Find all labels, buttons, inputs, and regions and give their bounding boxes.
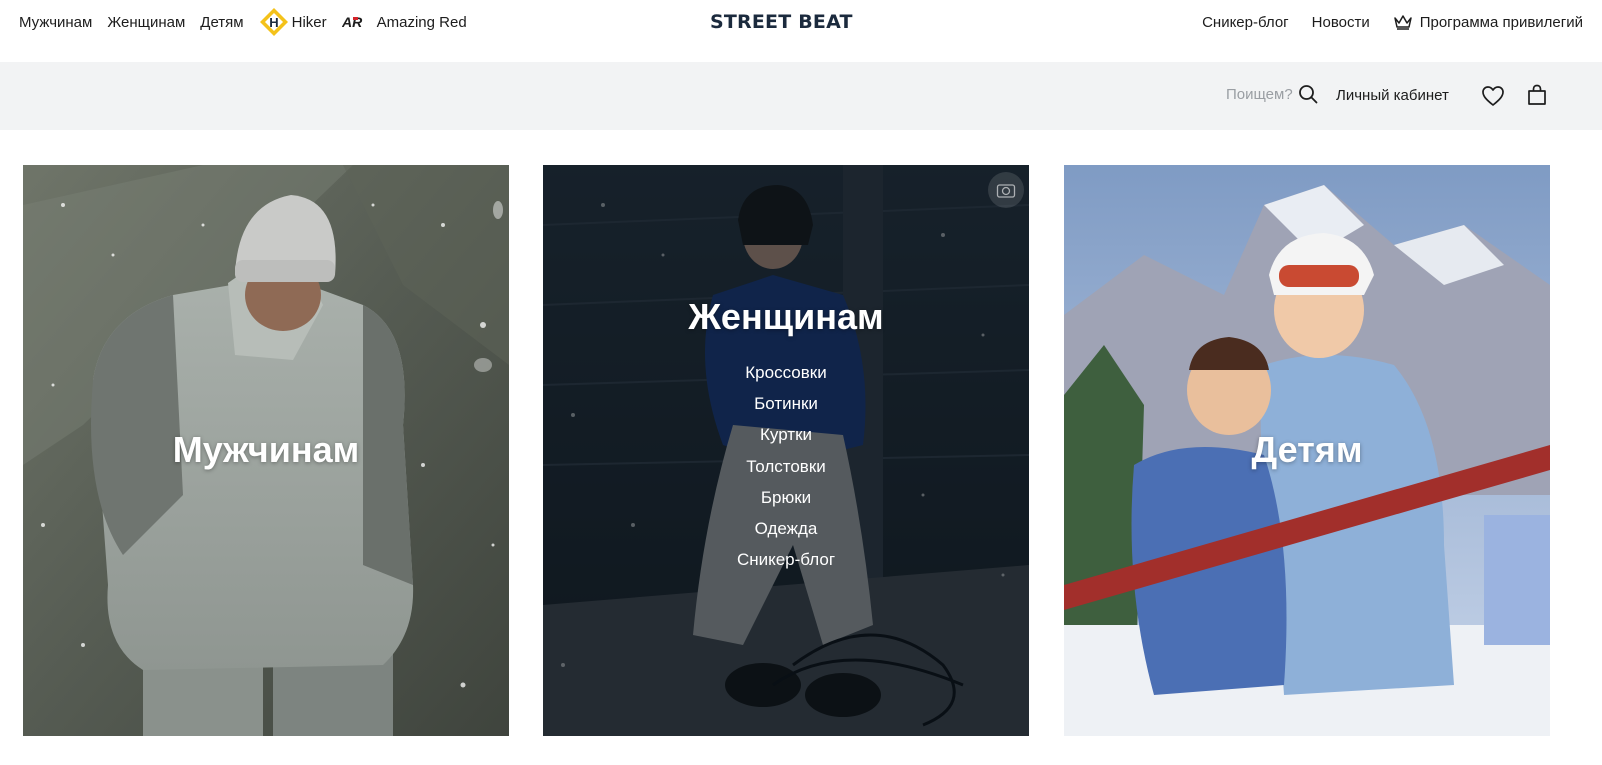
women-link-pants[interactable]: Брюки bbox=[543, 486, 1029, 517]
women-link-sneaker-blog[interactable]: Сникер-блог bbox=[543, 548, 1029, 579]
women-link-sneakers[interactable]: Кроссовки bbox=[543, 361, 1029, 392]
amazing-red-label: Amazing Red bbox=[376, 13, 467, 31]
main-nav: Мужчинам Женщинам Детям H Hiker AR Amazi… bbox=[19, 8, 482, 36]
account-link[interactable]: Личный кабинет bbox=[1336, 87, 1449, 104]
nav-kids-link[interactable]: Детям bbox=[200, 14, 243, 31]
women-category-card[interactable]: Женщинам Кроссовки Ботинки Куртки Толсто… bbox=[543, 165, 1029, 736]
hiker-label: Hiker bbox=[291, 13, 327, 31]
men-category-card[interactable]: Мужчинам bbox=[23, 165, 509, 736]
logo-text: STREET BEAT bbox=[710, 11, 853, 33]
privileges-link[interactable]: Программа привилегий bbox=[1393, 14, 1583, 31]
hiker-logo: H bbox=[259, 8, 288, 36]
camera-icon[interactable] bbox=[988, 172, 1024, 208]
women-submenu: Кроссовки Ботинки Куртки Толстовки Брюки… bbox=[543, 361, 1029, 579]
kids-category-card[interactable]: Детям bbox=[1064, 165, 1550, 736]
men-card-title: Мужчинам bbox=[172, 429, 360, 470]
search-box[interactable] bbox=[1226, 84, 1318, 104]
kids-card-title: Детям bbox=[1251, 429, 1363, 470]
bag-icon[interactable] bbox=[1525, 83, 1549, 107]
crown-icon bbox=[1393, 15, 1412, 30]
street-beat-logo[interactable]: STREET BEAT bbox=[710, 11, 862, 35]
women-link-hoodies[interactable]: Толстовки bbox=[543, 455, 1029, 486]
search-input[interactable] bbox=[1226, 85, 1298, 103]
heart-icon[interactable] bbox=[1481, 85, 1505, 107]
svg-text:AR: AR bbox=[342, 15, 363, 29]
news-link[interactable]: Новости bbox=[1312, 14, 1370, 31]
nav-amazing-red-link[interactable]: AR Amazing Red bbox=[342, 14, 467, 31]
secondary-nav: Сникер-блог Новости Программа привилегий bbox=[1179, 12, 1583, 32]
women-link-clothing[interactable]: Одежда bbox=[543, 517, 1029, 548]
sneaker-blog-link[interactable]: Сникер-блог bbox=[1202, 14, 1289, 31]
women-card-title: Женщинам bbox=[688, 296, 884, 337]
nav-men-link[interactable]: Мужчинам bbox=[19, 14, 92, 31]
utility-bar: Личный кабинет bbox=[0, 62, 1602, 130]
search-icon[interactable] bbox=[1298, 84, 1318, 104]
privileges-label: Программа привилегий bbox=[1419, 13, 1583, 31]
top-navigation: Мужчинам Женщинам Детям H Hiker AR Amazi… bbox=[0, 0, 1602, 62]
nav-hiker-link[interactable]: H Hiker bbox=[259, 7, 327, 37]
svg-text:H: H bbox=[269, 15, 278, 30]
amazing-red-logo: AR bbox=[342, 15, 363, 29]
women-link-boots[interactable]: Ботинки bbox=[543, 392, 1029, 423]
women-link-jackets[interactable]: Куртки bbox=[543, 423, 1029, 454]
nav-women-link[interactable]: Женщинам bbox=[107, 14, 185, 31]
